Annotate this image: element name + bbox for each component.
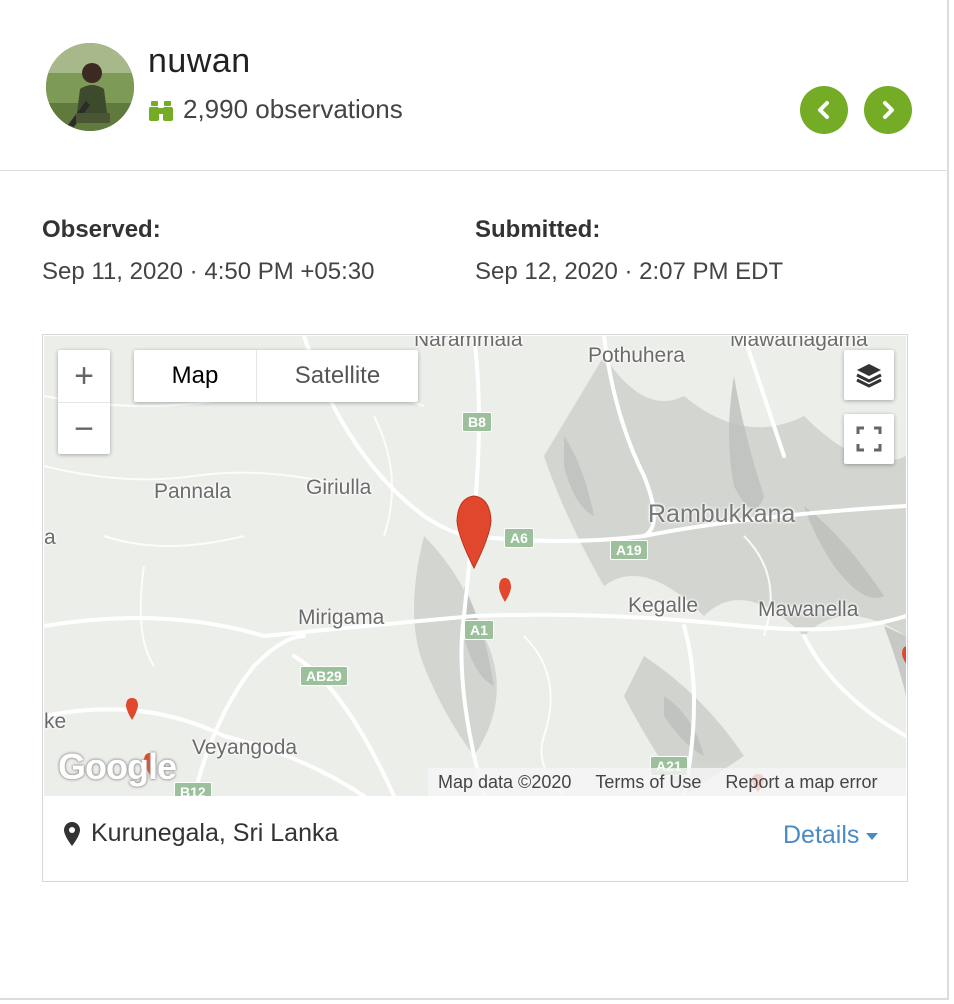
observed-date: Sep 11, 2020 · 4:50 PM +05:30 bbox=[42, 258, 375, 285]
place-label: Narammala bbox=[414, 336, 523, 351]
chevron-left-icon bbox=[818, 101, 829, 119]
road-shield: B8 bbox=[462, 412, 492, 432]
map-type-control: Map Satellite bbox=[134, 350, 418, 402]
observed-label: Observed: bbox=[42, 216, 161, 243]
place-label: Pothuhera bbox=[588, 344, 685, 367]
details-label: Details bbox=[783, 821, 860, 849]
user-photo-avatar bbox=[46, 43, 134, 131]
map-pin-icon bbox=[64, 821, 80, 846]
map-data-credit: Map data ©2020 bbox=[438, 771, 572, 792]
observations-label: 2,990 observations bbox=[183, 94, 403, 124]
chevron-right-icon bbox=[883, 101, 894, 119]
terrain-map bbox=[44, 336, 906, 796]
map-type-satellite-button[interactable]: Satellite bbox=[257, 350, 418, 402]
layers-icon bbox=[856, 364, 882, 388]
location-text: Kurunegala, Sri Lanka bbox=[91, 819, 339, 847]
place-label: Mirigama bbox=[298, 606, 385, 629]
observation-card: nuwan 2,990 observations Observed: Sep 1… bbox=[0, 0, 949, 1000]
place-label: Rambukkana bbox=[648, 500, 796, 528]
submitted-date: Sep 12, 2020 · 2:07 PM EDT bbox=[475, 258, 784, 285]
fullscreen-button[interactable] bbox=[844, 414, 894, 464]
user-header: nuwan 2,990 observations bbox=[0, 0, 949, 171]
avatar[interactable] bbox=[46, 43, 134, 131]
layers-button[interactable] bbox=[844, 350, 894, 400]
report-map-error-link[interactable]: Report a map error bbox=[725, 772, 877, 793]
road-shield: A6 bbox=[504, 528, 534, 548]
road-shield: A1 bbox=[464, 620, 494, 640]
map-canvas[interactable]: Narammala Pothuhera Mawathagama Pannala … bbox=[44, 336, 906, 796]
zoom-out-button[interactable]: − bbox=[58, 402, 110, 455]
place-label: ke bbox=[44, 710, 67, 733]
place-label: a bbox=[44, 526, 56, 549]
terms-of-use-link[interactable]: Terms of Use bbox=[595, 772, 701, 793]
observations-count[interactable]: 2,990 observations bbox=[148, 94, 403, 125]
place-label: Pannala bbox=[154, 480, 232, 503]
zoom-control: + − bbox=[58, 350, 110, 454]
zoom-in-button[interactable]: + bbox=[58, 350, 110, 402]
previous-observation-button[interactable] bbox=[800, 86, 848, 134]
next-observation-button[interactable] bbox=[864, 86, 912, 134]
google-logo: Google bbox=[58, 746, 177, 787]
location-row: Kurunegala, Sri Lanka bbox=[63, 819, 338, 848]
place-label: Mawanella bbox=[758, 598, 859, 621]
fullscreen-icon bbox=[856, 426, 882, 452]
user-name[interactable]: nuwan bbox=[148, 42, 251, 81]
map-type-map-button[interactable]: Map bbox=[134, 350, 257, 402]
road-shield: B12 bbox=[174, 782, 212, 796]
caret-down-icon bbox=[866, 832, 879, 840]
map-attribution: Map data ©2020 Terms of Use Report a map… bbox=[428, 768, 906, 796]
road-shield: A19 bbox=[610, 540, 648, 560]
place-label: Kegalle bbox=[628, 594, 699, 617]
submitted-label: Submitted: bbox=[475, 216, 601, 243]
place-label: Veyangoda bbox=[192, 736, 298, 759]
binoculars-icon bbox=[149, 100, 173, 121]
details-dropdown[interactable]: Details bbox=[783, 821, 879, 850]
place-label: Giriulla bbox=[306, 476, 372, 499]
road-shield: AB29 bbox=[300, 666, 348, 686]
map-panel: Narammala Pothuhera Mawathagama Pannala … bbox=[42, 334, 908, 882]
